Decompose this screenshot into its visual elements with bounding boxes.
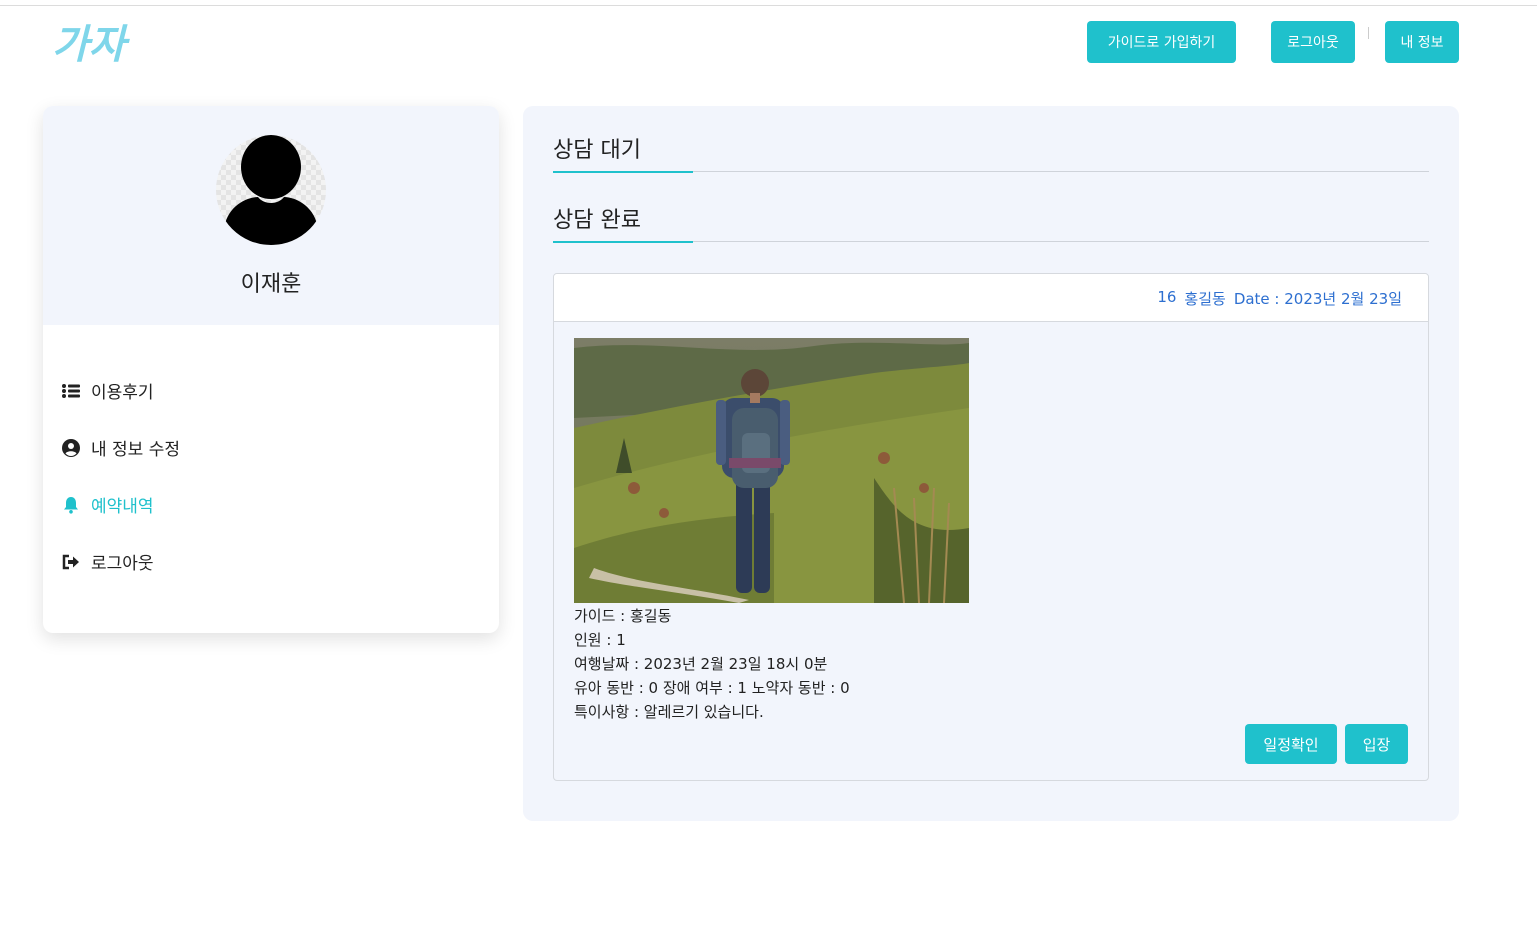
detail-guide: 가이드 : 홍길동 bbox=[574, 607, 672, 625]
tab-underline bbox=[553, 171, 693, 173]
list-icon bbox=[61, 381, 81, 401]
logo-text: 가자 bbox=[52, 22, 131, 68]
detail-notes: 특이사항 : 알레르기 있습니다. bbox=[574, 703, 764, 721]
tour-photo bbox=[574, 338, 969, 603]
booking-header: 16 홍길동 Date : 2023년 2월 23일 bbox=[554, 274, 1428, 322]
sign-out-icon bbox=[61, 552, 81, 572]
sidebar-item-reservations[interactable]: 예약내역 bbox=[61, 476, 481, 533]
sidebar-item-reviews[interactable]: 이용후기 bbox=[61, 362, 481, 419]
bell-icon bbox=[61, 495, 81, 515]
profile-header: 이재훈 bbox=[43, 106, 499, 325]
booking-guide-name: 홍길동 bbox=[1184, 290, 1226, 308]
top-divider bbox=[0, 5, 1537, 6]
logout-button[interactable]: 로그아웃 bbox=[1271, 21, 1355, 63]
detail-people: 인원 : 1 bbox=[574, 631, 626, 649]
sidebar-item-label: 내 정보 수정 bbox=[91, 440, 181, 460]
check-schedule-button[interactable]: 일정확인 bbox=[1245, 724, 1337, 764]
logo[interactable]: 가자 bbox=[50, 18, 160, 68]
tab-consult-pending[interactable]: 상담 대기 bbox=[553, 132, 1429, 173]
tab-underline bbox=[553, 241, 693, 243]
join-as-guide-button[interactable]: 가이드로 가입하기 bbox=[1087, 21, 1236, 63]
sidebar-item-label: 이용후기 bbox=[91, 383, 154, 403]
user-silhouette-icon bbox=[224, 135, 318, 245]
sidebar-item-label: 예약내역 bbox=[91, 497, 154, 517]
hiker-image bbox=[574, 338, 969, 603]
avatar bbox=[216, 135, 326, 245]
profile-name: 이재훈 bbox=[240, 272, 302, 297]
booking-card: 16 홍길동 Date : 2023년 2월 23일 가이드: 홍길동 인원 … bbox=[553, 273, 1429, 781]
detail-travel-date: 여행날짜 : 2023년 2월 23일 18시 0분 bbox=[574, 655, 828, 673]
tab-label: 상담 완료 bbox=[553, 208, 641, 233]
sidebar-item-logout[interactable]: 로그아웃 bbox=[61, 533, 481, 590]
user-circle-icon bbox=[61, 438, 81, 458]
detail-companions: 유아 동반 : 0 장애 여부 : 1 노약자 동반 : 0 bbox=[574, 679, 850, 697]
sidebar-item-edit-profile[interactable]: 내 정보 수정 bbox=[61, 419, 481, 476]
booking-meta: 16 홍길동 Date : 2023년 2월 23일 bbox=[1157, 288, 1402, 309]
sidebar-menu: 이용후기 내 정보 수정 예약내역 로그아웃 bbox=[61, 362, 481, 590]
booking-id: 16 bbox=[1157, 288, 1177, 306]
my-info-button[interactable]: 내 정보 bbox=[1385, 21, 1459, 63]
logo-mark: 가자 bbox=[52, 22, 131, 68]
nav-separator bbox=[1368, 27, 1369, 39]
enter-button[interactable]: 입장 bbox=[1345, 724, 1408, 764]
sidebar-item-label: 로그아웃 bbox=[91, 554, 154, 574]
content-panel: 상담 대기 상담 완료 16 홍길동 Date : 2023년 2월 23일 가… bbox=[523, 106, 1459, 821]
profile-card: 이재훈 이용후기 내 정보 수정 예약내역 로그아웃 bbox=[43, 106, 499, 633]
tab-consult-done[interactable]: 상담 완료 bbox=[553, 202, 1429, 243]
tab-label: 상담 대기 bbox=[553, 138, 641, 163]
booking-details: 가이드 : 홍길동 인원 : 1 여행날짜 : 2023년 2월 23일 18시… bbox=[574, 604, 850, 724]
booking-date: Date : 2023년 2월 23일 bbox=[1233, 290, 1402, 308]
